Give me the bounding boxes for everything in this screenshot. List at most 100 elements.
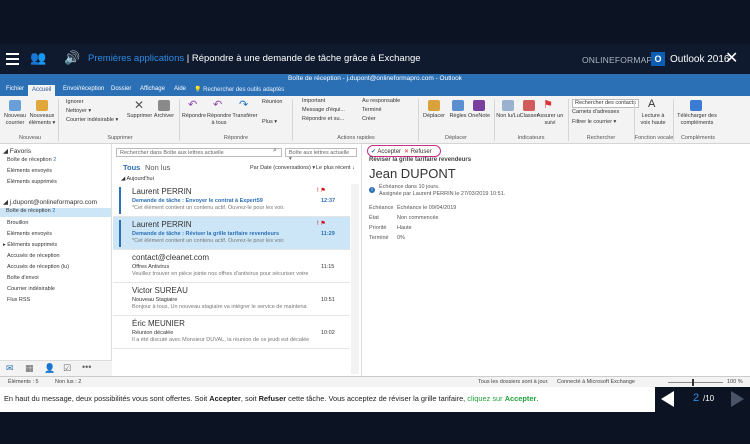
total-pages: /10 <box>703 394 715 403</box>
quick-create[interactable]: Créer <box>362 116 376 123</box>
tab-all[interactable]: Tous <box>123 163 140 172</box>
quick-done[interactable]: Terminé <box>362 107 382 114</box>
caption-accept: Accepter <box>209 394 241 403</box>
new-items-button[interactable]: Nouveaux éléments ▾ <box>28 113 56 126</box>
message-flags: ! ⚑ <box>317 221 326 227</box>
fav-deleted[interactable]: Éléments supprimés <box>7 179 57 185</box>
accept-label: Accepter <box>377 149 402 155</box>
refuse-button[interactable]: ✕ Refuser <box>404 148 432 155</box>
list-scrollbar[interactable] <box>351 184 359 374</box>
quick-important[interactable]: Important <box>302 98 325 105</box>
search-scope-select[interactable]: Boîte aux lettres actuelle ▾ <box>285 148 357 162</box>
app-root: 👥 🔊 Premières applications | Répondre à … <box>0 0 750 444</box>
quick-reply-delete[interactable]: Répondre et su... <box>302 116 344 123</box>
unread-count: 2 <box>53 157 57 163</box>
rules-icon <box>452 100 464 111</box>
folder-receipts[interactable]: Accusés de réception <box>7 253 60 259</box>
folder-deleted[interactable]: ▸ Éléments supprimés <box>3 242 57 248</box>
previous-arrow-icon[interactable] <box>661 391 674 407</box>
folder-drafts[interactable]: Brouillon <box>7 220 28 226</box>
current-page: 2 <box>693 392 700 404</box>
fav-inbox[interactable]: Boîte de réception 2 <box>7 157 56 163</box>
more-button[interactable]: Plus ▾ <box>262 119 277 126</box>
calendar-icon[interactable]: ▦ <box>25 363 34 374</box>
message-preview: Veuillez trouver en pièce jointe nos off… <box>132 271 309 277</box>
date-group-header[interactable]: ◢ Aujourd'hui <box>121 176 154 182</box>
folder-outbox[interactable]: Boîte d'envoi <box>7 275 39 281</box>
caption-end: . <box>536 394 539 403</box>
order-toggle[interactable]: Le plus récent ↓ <box>316 165 355 171</box>
tab-envoi-reception[interactable]: Envoi/réception <box>63 86 104 92</box>
close-icon[interactable]: ✕ <box>725 48 738 68</box>
zoom-slider-thumb[interactable] <box>692 379 694 386</box>
course-header: 👥 🔊 Premières applications | Répondre à … <box>0 44 750 74</box>
accept-button[interactable]: ✔ Accepter <box>371 148 401 155</box>
move-button[interactable]: Déplacer <box>420 113 448 120</box>
group-nouveau: Nouveau <box>18 135 42 141</box>
list-item[interactable]: contact@cleanet.com Offres Antivirus 11:15… <box>113 250 350 283</box>
folder-junk[interactable]: Courrier indésirable <box>7 286 55 292</box>
tab-dossier[interactable]: Dossier <box>111 86 131 92</box>
folder-inbox[interactable]: Boîte de réception 2 <box>0 208 111 217</box>
junk-button[interactable]: Courrier indésirable ▾ <box>66 117 118 124</box>
archive-button[interactable]: Archiver <box>152 113 176 120</box>
quick-to-manager[interactable]: Au responsable <box>362 98 400 105</box>
message-preview: *Cet élément contient un contenu actif. … <box>132 238 285 244</box>
tell-me[interactable]: 💡 Rechercher des outils adaptés <box>194 86 284 93</box>
list-item[interactable]: Laurent PERRIN ! ⚑ Demande de tâche : Révi… <box>113 217 350 250</box>
search-input[interactable]: Rechercher dans Boîte aux lettres actuel… <box>116 148 282 157</box>
quick-team-message[interactable]: Message d'équi... <box>302 107 345 114</box>
zoom-slider[interactable] <box>668 382 723 383</box>
caption-part: En haut du message, deux possibilités vo… <box>4 394 210 403</box>
forward-button[interactable]: Transférer <box>231 113 259 120</box>
onenote-button[interactable]: OneNote <box>467 113 491 120</box>
next-arrow-icon[interactable] <box>731 391 744 407</box>
fav-sent[interactable]: Éléments envoyés <box>7 168 52 174</box>
reading-pane: ✔ Accepter ✕ Refuser Réviser la grille t… <box>363 144 750 376</box>
search-contacts-field[interactable]: Rechercher des contacts <box>572 99 639 108</box>
read-aloud-button[interactable]: Lecture à voix haute <box>637 113 669 126</box>
new-mail-button[interactable]: Nouveau courrier <box>2 113 28 126</box>
get-add-ins-button[interactable]: Télécharger des compléments <box>675 113 719 126</box>
folder-receipts-read[interactable]: Accusés de réception (lu) <box>7 264 69 270</box>
sound-icon[interactable]: 🔊 <box>64 50 80 66</box>
mail-icon[interactable]: ✉ <box>6 363 14 374</box>
menu-icon[interactable] <box>6 53 19 65</box>
users-icon[interactable]: 👥 <box>30 50 46 66</box>
message-subject: Demande de tâche : Envoyer le contrat à … <box>132 198 263 204</box>
reply-button[interactable]: Répondre <box>181 113 207 120</box>
move-icon <box>428 100 440 111</box>
folder-sent[interactable]: Éléments envoyés <box>7 231 52 237</box>
more-icon[interactable]: ••• <box>82 362 91 372</box>
tab-unread[interactable]: Non lus <box>145 163 170 172</box>
meeting-button[interactable]: Réunion <box>262 99 283 106</box>
tab-aide[interactable]: Aide <box>174 86 186 92</box>
caption-bar: En haut du message, deux possibilités vo… <box>0 387 655 412</box>
address-book-button[interactable]: Carnets d'adresses <box>572 109 619 116</box>
status-unread: Non lus : 2 <box>55 379 82 385</box>
delete-button[interactable]: Supprimer <box>126 113 153 120</box>
group-rechercher: Rechercher <box>586 135 616 141</box>
tab-accueil[interactable]: Accueil <box>28 85 56 96</box>
tab-affichage[interactable]: Affichage <box>140 86 165 92</box>
ignore-button[interactable]: Ignorer <box>66 99 83 106</box>
follow-up-button[interactable]: Assurer un suivi <box>536 113 564 126</box>
message-preview: Il a été discuté avec Monsieur DUVAL, la… <box>132 337 310 343</box>
favorites-header[interactable]: ◢ Favoris <box>3 147 31 155</box>
lightbulb-icon: 💡 <box>194 87 202 93</box>
folder-rss[interactable]: Flux RSS <box>7 297 30 303</box>
list-item[interactable]: Éric MEUNIER Réunion décalée 10:02 Il a été… <box>113 316 350 349</box>
people-icon[interactable]: 👤 <box>44 363 55 374</box>
sort-dropdown[interactable]: Par Date (conversations) ▾ <box>250 165 315 171</box>
tasks-icon[interactable]: ☑ <box>63 363 71 374</box>
group-fonction-vocale: Fonction vocale <box>634 135 674 141</box>
info-icon: i <box>369 187 375 193</box>
course-section[interactable]: Premières applications <box>88 53 184 64</box>
reply-all-button[interactable]: Répondre à tous <box>207 113 231 126</box>
list-item[interactable]: Victor SUREAU Nouveau Stagiaire 10:51 Bonjo… <box>113 283 350 316</box>
tab-fichier[interactable]: Fichier <box>6 86 24 92</box>
account-header[interactable]: ◢ j.dupont@onlineformapro.com <box>3 198 97 206</box>
clean-button[interactable]: Nettoyer ▾ <box>66 108 91 115</box>
list-item[interactable]: Laurent PERRIN ! ⚑ Demande de tâche : Envo… <box>113 184 350 217</box>
filter-mail-button[interactable]: Filtrer le courrier ▾ <box>572 119 616 126</box>
